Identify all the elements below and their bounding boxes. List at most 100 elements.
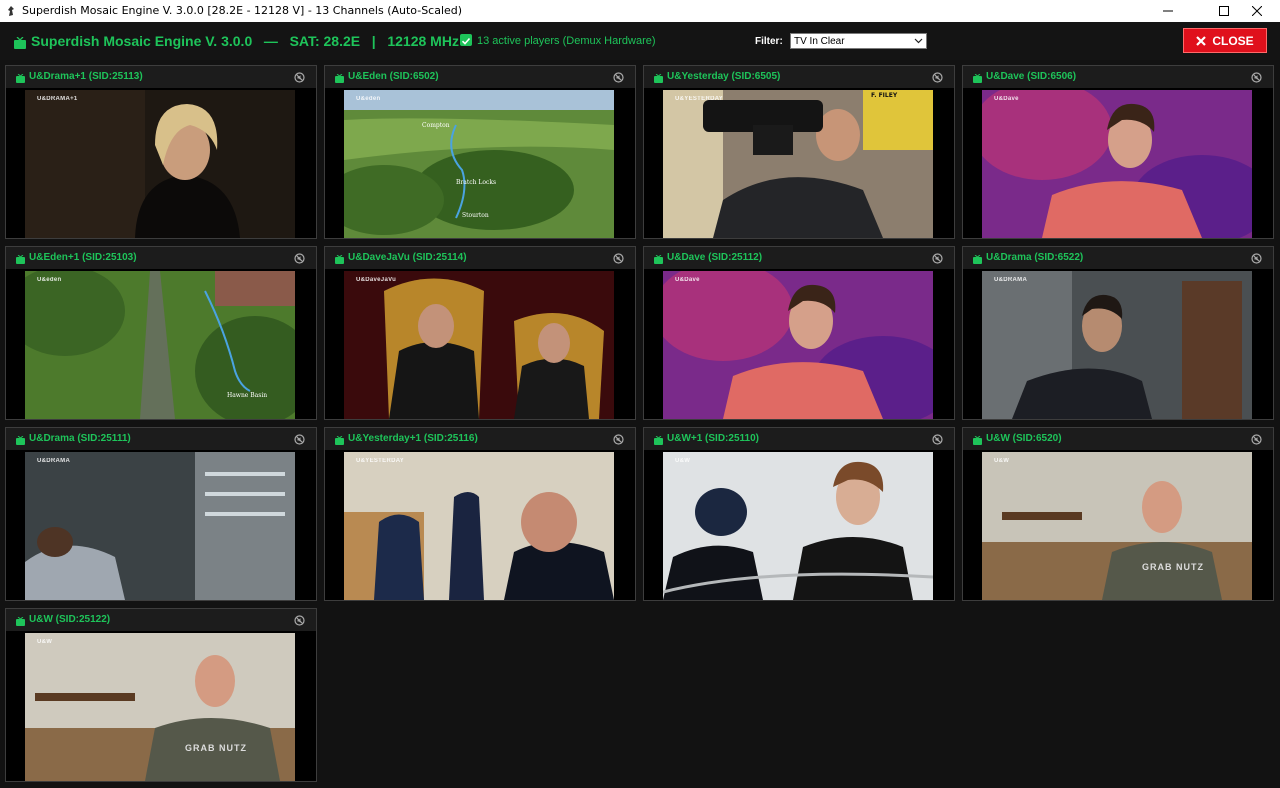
video-frame: U&eden Hawne Basin: [25, 271, 295, 419]
video-still: [663, 271, 933, 419]
tv-icon: [973, 436, 982, 445]
minimize-button[interactable]: [1145, 0, 1191, 22]
tv-icon: [654, 255, 663, 264]
channel-logo: U&DRAMA+1: [37, 96, 78, 102]
minimize-icon: [1163, 10, 1173, 12]
tile-header: U&Dave (SID:6506): [963, 66, 1273, 88]
mute-icon[interactable]: [932, 253, 943, 264]
video-still: [25, 633, 295, 781]
close-icon: [1252, 6, 1262, 16]
video-still: [663, 452, 933, 600]
channel-logo: U&DaveJaVu: [356, 277, 397, 283]
channel-tile[interactable]: U&Drama (SID:6522) U&DRAMA: [962, 246, 1274, 420]
channel-name: U&Yesterday+1 (SID:25116): [348, 433, 478, 444]
video-frame: U&DaveJaVu: [344, 271, 614, 419]
channel-tile[interactable]: U&Drama+1 (SID:25113) U&DRAMA+1: [5, 65, 317, 239]
channel-name: U&Drama+1 (SID:25113): [29, 71, 143, 82]
tile-header: U&Drama (SID:25111): [6, 428, 316, 450]
video-frame: U&DRAMA: [25, 452, 295, 600]
channel-logo: U&DRAMA: [37, 458, 71, 464]
tv-icon: [335, 255, 344, 264]
channel-tile[interactable]: U&Dave (SID:6506) U&Dave: [962, 65, 1274, 239]
video-still: [982, 452, 1252, 600]
tv-icon: [14, 37, 26, 49]
mute-icon[interactable]: [1251, 434, 1262, 445]
window-title: Superdish Mosaic Engine V. 3.0.0 [28.2E …: [22, 4, 463, 17]
channel-tile[interactable]: U&Drama (SID:25111) U&DRAMA: [5, 427, 317, 601]
video-frame: U&Dave: [663, 271, 933, 419]
mute-icon[interactable]: [932, 72, 943, 83]
tile-header: U&DaveJaVu (SID:25114): [325, 247, 635, 269]
channel-tile[interactable]: U&Yesterday (SID:6505) U&YESTERDAY F. FI…: [643, 65, 955, 239]
channel-logo: U&eden: [356, 96, 381, 102]
mute-icon[interactable]: [294, 615, 305, 626]
filter-selected-value: TV In Clear: [794, 36, 845, 47]
mute-icon[interactable]: [613, 253, 624, 264]
mute-icon[interactable]: [613, 72, 624, 83]
close-button[interactable]: CLOSE: [1183, 28, 1267, 53]
filter-dropdown[interactable]: TV In Clear: [790, 33, 927, 49]
active-players-checkbox[interactable]: [460, 34, 472, 46]
channel-tile[interactable]: U&Eden (SID:6502) U&eden Compton Bratch …: [324, 65, 636, 239]
mute-icon[interactable]: [1251, 72, 1262, 83]
channel-name: U&DaveJaVu (SID:25114): [348, 252, 467, 263]
video-frame: U&YESTERDAY: [344, 452, 614, 600]
tv-icon: [16, 617, 25, 626]
channel-tile[interactable]: U&Dave (SID:25112) U&Dave: [643, 246, 955, 420]
channel-name: U&W (SID:6520): [986, 433, 1062, 444]
video-still: [25, 90, 295, 238]
video-frame: U&DRAMA: [982, 271, 1252, 419]
tv-icon: [16, 74, 25, 83]
video-frame: U&W GRAB NUTZ: [982, 452, 1252, 600]
tile-header: U&Dave (SID:25112): [644, 247, 954, 269]
video-still: [663, 90, 933, 238]
channel-tile[interactable]: U&W (SID:25122) U&W GRAB NUTZ: [5, 608, 317, 782]
video-still: [344, 452, 614, 600]
channel-logo: U&DRAMA: [994, 277, 1028, 283]
mute-icon[interactable]: [932, 434, 943, 445]
page-title: Superdish Mosaic Engine V. 3.0.0 — SAT: …: [31, 33, 473, 49]
video-frame: U&eden Compton Bratch Locks Stourton: [344, 90, 614, 238]
tile-header: U&Eden (SID:6502): [325, 66, 635, 88]
channel-tile[interactable]: U&Yesterday+1 (SID:25116) U&YESTERDAY: [324, 427, 636, 601]
map-caption: Compton: [422, 122, 450, 129]
channel-tile[interactable]: U&Eden+1 (SID:25103) U&eden Hawne Basin: [5, 246, 317, 420]
channel-logo: U&YESTERDAY: [356, 458, 405, 464]
tile-header: U&Eden+1 (SID:25103): [6, 247, 316, 269]
background-sign: F. FILEY: [871, 92, 898, 99]
mute-icon[interactable]: [294, 253, 305, 264]
channel-tile[interactable]: U&W (SID:6520) U&W GRAB NUTZ: [962, 427, 1274, 601]
maximize-icon: [1219, 6, 1229, 16]
app-icon: [8, 6, 14, 16]
tile-header: U&Drama (SID:6522): [963, 247, 1273, 269]
map-caption: Hawne Basin: [227, 392, 268, 399]
channel-tile[interactable]: U&DaveJaVu (SID:25114) U&DaveJaVu: [324, 246, 636, 420]
tile-header: U&W (SID:6520): [963, 428, 1273, 450]
filter-label: Filter:: [755, 36, 783, 47]
close-button-label: CLOSE: [1212, 33, 1254, 48]
channel-name: U&Drama (SID:25111): [29, 433, 131, 444]
tv-icon: [335, 436, 344, 445]
channel-logo: U&YESTERDAY: [675, 96, 724, 102]
channel-tile[interactable]: U&W+1 (SID:25110) U&W: [643, 427, 955, 601]
tile-header: U&W+1 (SID:25110): [644, 428, 954, 450]
tile-header: U&W (SID:25122): [6, 609, 316, 631]
mute-icon[interactable]: [613, 434, 624, 445]
video-still: [982, 90, 1252, 238]
mute-icon[interactable]: [1251, 253, 1262, 264]
tv-icon: [654, 74, 663, 83]
shirt-print: GRAB NUTZ: [1142, 562, 1204, 572]
tv-icon: [16, 436, 25, 445]
channel-name: U&W+1 (SID:25110): [667, 433, 759, 444]
mute-icon[interactable]: [294, 72, 305, 83]
channel-logo: U&W: [675, 458, 691, 464]
channel-name: U&Eden (SID:6502): [348, 71, 439, 82]
channel-name: U&Dave (SID:25112): [667, 252, 763, 263]
window-title-bar: Superdish Mosaic Engine V. 3.0.0 [28.2E …: [0, 0, 1280, 22]
map-caption: Stourton: [462, 212, 489, 219]
close-x-icon: [1196, 35, 1207, 46]
shirt-print: GRAB NUTZ: [185, 743, 247, 753]
window-close-button[interactable]: [1234, 0, 1280, 22]
mute-icon[interactable]: [294, 434, 305, 445]
tv-icon: [973, 255, 982, 264]
